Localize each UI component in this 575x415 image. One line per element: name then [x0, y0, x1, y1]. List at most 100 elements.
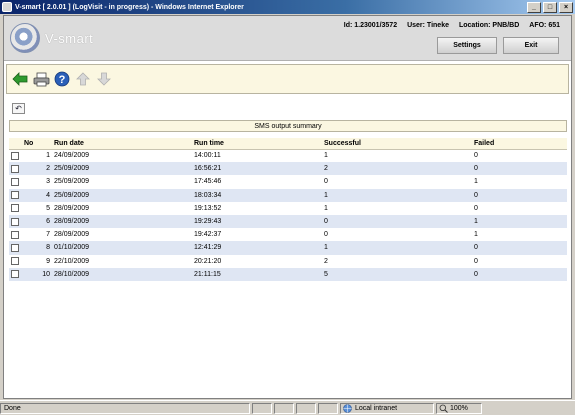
- cell-failed: 0: [472, 267, 567, 281]
- row-checkbox-cell: [9, 267, 22, 281]
- cell-no: 8: [22, 241, 52, 255]
- cell-run-time: 21:11:15: [192, 267, 322, 281]
- cell-run-date: 25/09/2009: [52, 162, 192, 176]
- column-header-failed: Failed: [472, 138, 567, 150]
- cell-failed: 0: [472, 241, 567, 255]
- table-row[interactable]: 7 28/09/2009 19:42:37 0 1: [9, 228, 567, 241]
- vsmart-logo-icon: [10, 23, 40, 53]
- cell-run-time: 19:13:52: [194, 204, 222, 212]
- row-checkbox-cell: [9, 241, 22, 255]
- cell-successful: 0: [324, 178, 328, 186]
- app-frame: V-smart Id: 1.23001/3572 User: Tineke Lo…: [3, 15, 572, 399]
- cell-successful: 0: [322, 214, 472, 229]
- column-header-successful: Successful: [322, 138, 472, 150]
- row-checkbox[interactable]: [11, 191, 19, 200]
- status-bar: Done Local intranet 100%: [0, 400, 575, 415]
- toolbar: ?: [6, 64, 569, 94]
- cell-no: 3: [46, 178, 50, 186]
- cell-failed: 0: [474, 204, 478, 212]
- maximize-button[interactable]: □: [543, 1, 557, 13]
- security-zone: Local intranet: [340, 402, 434, 414]
- table-row[interactable]: 9 22/10/2009 20:21:20 2 0: [9, 255, 567, 268]
- cell-no: 9: [46, 257, 50, 265]
- status-pane: [318, 402, 338, 414]
- print-icon[interactable]: [32, 70, 50, 88]
- row-checkbox[interactable]: [11, 204, 19, 213]
- cell-successful: 2: [324, 257, 328, 265]
- row-checkbox[interactable]: [11, 230, 19, 239]
- table-row[interactable]: 8 01/10/2009 12:41:29 1 0: [9, 241, 567, 255]
- row-checkbox-cell: [9, 202, 22, 215]
- row-checkbox[interactable]: [11, 270, 19, 279]
- cell-run-date: 28/09/2009: [54, 204, 90, 212]
- back-arrow-icon[interactable]: [11, 70, 29, 88]
- cell-no: 1: [46, 152, 50, 160]
- table-row[interactable]: 4 25/09/2009 18:03:34 1 0: [9, 188, 567, 202]
- cell-successful: 1: [322, 188, 472, 202]
- cell-run-time: 18:03:34: [192, 188, 322, 202]
- cell-failed: 0: [472, 188, 567, 202]
- cell-run-time: 19:42:37: [194, 231, 222, 239]
- minimize-button[interactable]: _: [527, 1, 541, 13]
- cell-successful: 2: [322, 162, 472, 176]
- row-checkbox[interactable]: [11, 177, 19, 186]
- session-user: User: Tineke: [407, 22, 449, 29]
- session-info: Id: 1.23001/3572 User: Tineke Location: …: [344, 22, 560, 29]
- cell-run-date: 22/10/2009: [54, 257, 90, 265]
- session-id: Id: 1.23001/3572: [343, 22, 398, 29]
- column-header-run-date: Run date: [52, 138, 192, 150]
- cell-run-date: 28/09/2009: [52, 214, 192, 229]
- row-checkbox-cell: [9, 162, 22, 176]
- row-checkbox[interactable]: [11, 217, 19, 226]
- cell-no: 2: [22, 162, 52, 176]
- table-row[interactable]: 1 24/09/2009 14:00:11 1 0: [9, 149, 567, 162]
- cell-no: 5: [46, 204, 50, 212]
- cell-failed: 0: [472, 162, 567, 176]
- session-location: Location: PNB/BD: [458, 22, 520, 29]
- table-row[interactable]: 2 25/09/2009 16:56:21 2 0: [9, 162, 567, 176]
- cell-run-date: 28/09/2009: [54, 231, 90, 239]
- cell-run-date: 28/10/2009: [52, 267, 192, 281]
- refresh-icon[interactable]: ↶: [12, 103, 25, 114]
- status-pane: [252, 402, 272, 414]
- security-zone-label: Local intranet: [355, 404, 398, 412]
- table-row[interactable]: 10 28/10/2009 21:11:15 5 0: [9, 267, 567, 281]
- cell-run-time: 20:21:20: [194, 257, 222, 265]
- cell-run-date: 01/10/2009: [52, 241, 192, 255]
- table-row[interactable]: 3 25/09/2009 17:45:46 0 1: [9, 175, 567, 188]
- zoom-control[interactable]: 100%: [436, 402, 482, 414]
- brand-name: V-smart: [45, 31, 94, 46]
- cell-failed: 0: [474, 257, 478, 265]
- row-checkbox[interactable]: [11, 257, 19, 266]
- cell-successful: 5: [322, 267, 472, 281]
- row-checkbox-cell: [9, 175, 22, 188]
- session-afo: AFO: 651: [529, 22, 560, 29]
- table-row[interactable]: 6 28/09/2009 19:29:43 0 1: [9, 214, 567, 229]
- row-checkbox[interactable]: [11, 164, 19, 173]
- exit-button[interactable]: Exit: [503, 37, 559, 54]
- cell-run-time: 17:45:46: [194, 178, 222, 186]
- row-checkbox-cell: [9, 228, 22, 241]
- window-title-bar: V-smart [ 2.0.01 ] (LogVisit - in progre…: [0, 0, 575, 14]
- table-row[interactable]: 5 28/09/2009 19:13:52 1 0: [9, 202, 567, 215]
- cell-no: 7: [46, 231, 50, 239]
- window-title: V-smart [ 2.0.01 ] (LogVisit - in progre…: [15, 3, 244, 11]
- section-title: SMS output summary: [9, 120, 567, 132]
- row-checkbox[interactable]: [11, 243, 19, 252]
- cell-no: 10: [22, 267, 52, 281]
- cell-run-time: 12:41:29: [192, 241, 322, 255]
- row-checkbox-cell: [9, 188, 22, 202]
- status-pane: [274, 402, 294, 414]
- sms-summary-table: No Run date Run time Successful Failed 1…: [9, 138, 567, 281]
- arrow-down-icon: [95, 70, 113, 88]
- row-checkbox[interactable]: [11, 151, 19, 160]
- cell-successful: 1: [324, 204, 328, 212]
- help-icon[interactable]: ?: [53, 70, 71, 88]
- cell-failed: 1: [474, 178, 478, 186]
- arrow-up-icon: [74, 70, 92, 88]
- cell-no: 4: [22, 188, 52, 202]
- cell-run-date: 25/09/2009: [52, 188, 192, 202]
- settings-button[interactable]: Settings: [437, 37, 497, 54]
- close-button[interactable]: ×: [559, 1, 573, 13]
- app-header: V-smart Id: 1.23001/3572 User: Tineke Lo…: [4, 16, 571, 61]
